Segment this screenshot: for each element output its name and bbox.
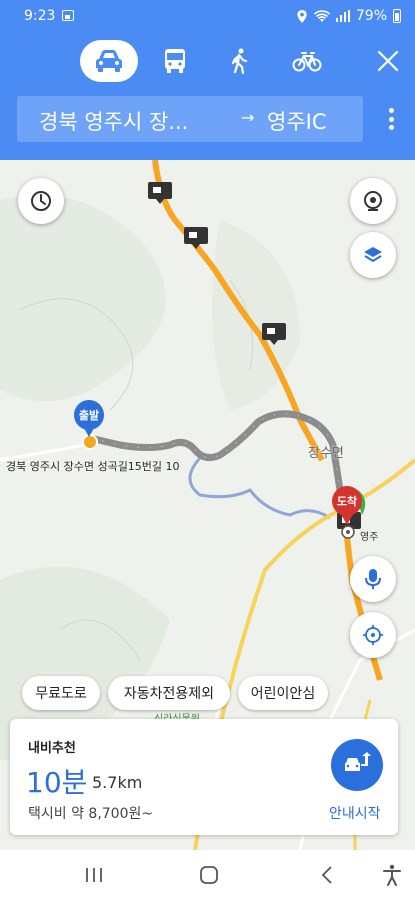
recommended-label: 내비추천 bbox=[28, 741, 76, 756]
town-label: 장수면 bbox=[308, 446, 344, 461]
walk-mode-tab[interactable] bbox=[223, 40, 257, 82]
clock-icon bbox=[31, 191, 51, 211]
signal-icon bbox=[335, 10, 350, 22]
bus-mode-tab[interactable] bbox=[158, 40, 192, 82]
taxi-fare: 택시비 약 8,700원~ bbox=[28, 806, 154, 822]
my-location-button[interactable] bbox=[350, 612, 396, 658]
bike-mode-tab[interactable] bbox=[288, 40, 326, 82]
walk-icon bbox=[231, 48, 248, 74]
gallery-notification-icon bbox=[62, 10, 74, 21]
destination-pin[interactable]: 도착 bbox=[332, 486, 362, 526]
route-distance: 5.7km bbox=[92, 773, 143, 792]
origin-address-label: 경북 영주시 장수면 성곡길15번길 10 bbox=[6, 460, 180, 473]
close-icon bbox=[377, 50, 399, 72]
cctv-button[interactable] bbox=[350, 178, 396, 224]
ic-label: 영주 bbox=[360, 532, 379, 543]
filter-chip-child-safe[interactable]: 어린이안심 bbox=[238, 676, 328, 710]
history-button[interactable] bbox=[18, 178, 64, 224]
layers-icon bbox=[364, 247, 382, 263]
route-origin[interactable]: 경북 영주시 장... bbox=[39, 106, 188, 136]
back-icon bbox=[321, 866, 332, 884]
filter-chip-no-expressway[interactable]: 자동차전용제외 bbox=[108, 676, 230, 710]
location-icon bbox=[297, 9, 307, 23]
route-arrow: → bbox=[241, 108, 255, 127]
layers-button[interactable] bbox=[350, 232, 396, 278]
battery-percent: 79% bbox=[355, 8, 387, 24]
home-button[interactable] bbox=[196, 862, 222, 888]
status-bar: 9:23 79% bbox=[0, 0, 415, 34]
home-icon bbox=[200, 866, 218, 884]
start-navigation-label[interactable]: 안내시작 bbox=[329, 803, 381, 823]
route-duration: 10분 bbox=[26, 766, 88, 799]
recent-apps-icon bbox=[86, 868, 102, 882]
start-navigation-button[interactable] bbox=[331, 739, 383, 791]
crosshair-icon bbox=[363, 625, 383, 645]
accessibility-button[interactable] bbox=[380, 862, 404, 888]
wifi-icon bbox=[313, 9, 330, 22]
car-icon bbox=[96, 50, 122, 72]
route-destination[interactable]: 영주IC bbox=[267, 106, 327, 136]
top-header: 9:23 79% 경북 영주시 장... → 영주IC bbox=[0, 0, 415, 160]
more-options-button[interactable] bbox=[381, 104, 401, 134]
filter-chip-toll-free[interactable]: 무료도로 bbox=[22, 676, 100, 710]
car-mode-tab[interactable] bbox=[80, 40, 138, 82]
pin-tail-icon bbox=[84, 428, 94, 437]
transport-mode-tabs bbox=[0, 40, 415, 82]
bike-icon bbox=[292, 52, 322, 72]
accessibility-icon bbox=[383, 864, 401, 886]
route-summary-bar[interactable]: 경북 영주시 장... → 영주IC bbox=[17, 96, 363, 142]
battery-icon bbox=[393, 9, 401, 23]
close-button[interactable] bbox=[372, 40, 404, 82]
origin-pin-label: 출발 bbox=[74, 400, 104, 430]
back-button[interactable] bbox=[316, 862, 338, 888]
pin-tail-icon bbox=[341, 514, 353, 525]
route-info-card[interactable]: 내비추천 10분 5.7km 택시비 약 8,700원~ 안내시작 bbox=[10, 719, 398, 835]
voice-search-button[interactable] bbox=[350, 556, 396, 602]
microphone-icon bbox=[365, 569, 381, 589]
status-time: 9:23 bbox=[24, 8, 56, 24]
origin-pin[interactable]: 출발 bbox=[74, 400, 104, 438]
bus-icon bbox=[165, 49, 185, 73]
navigation-car-icon bbox=[345, 752, 371, 771]
destination-pin-label: 도착 bbox=[332, 486, 362, 516]
recent-apps-button[interactable] bbox=[82, 862, 106, 888]
cctv-icon bbox=[364, 191, 382, 211]
system-nav-bar bbox=[0, 850, 415, 900]
